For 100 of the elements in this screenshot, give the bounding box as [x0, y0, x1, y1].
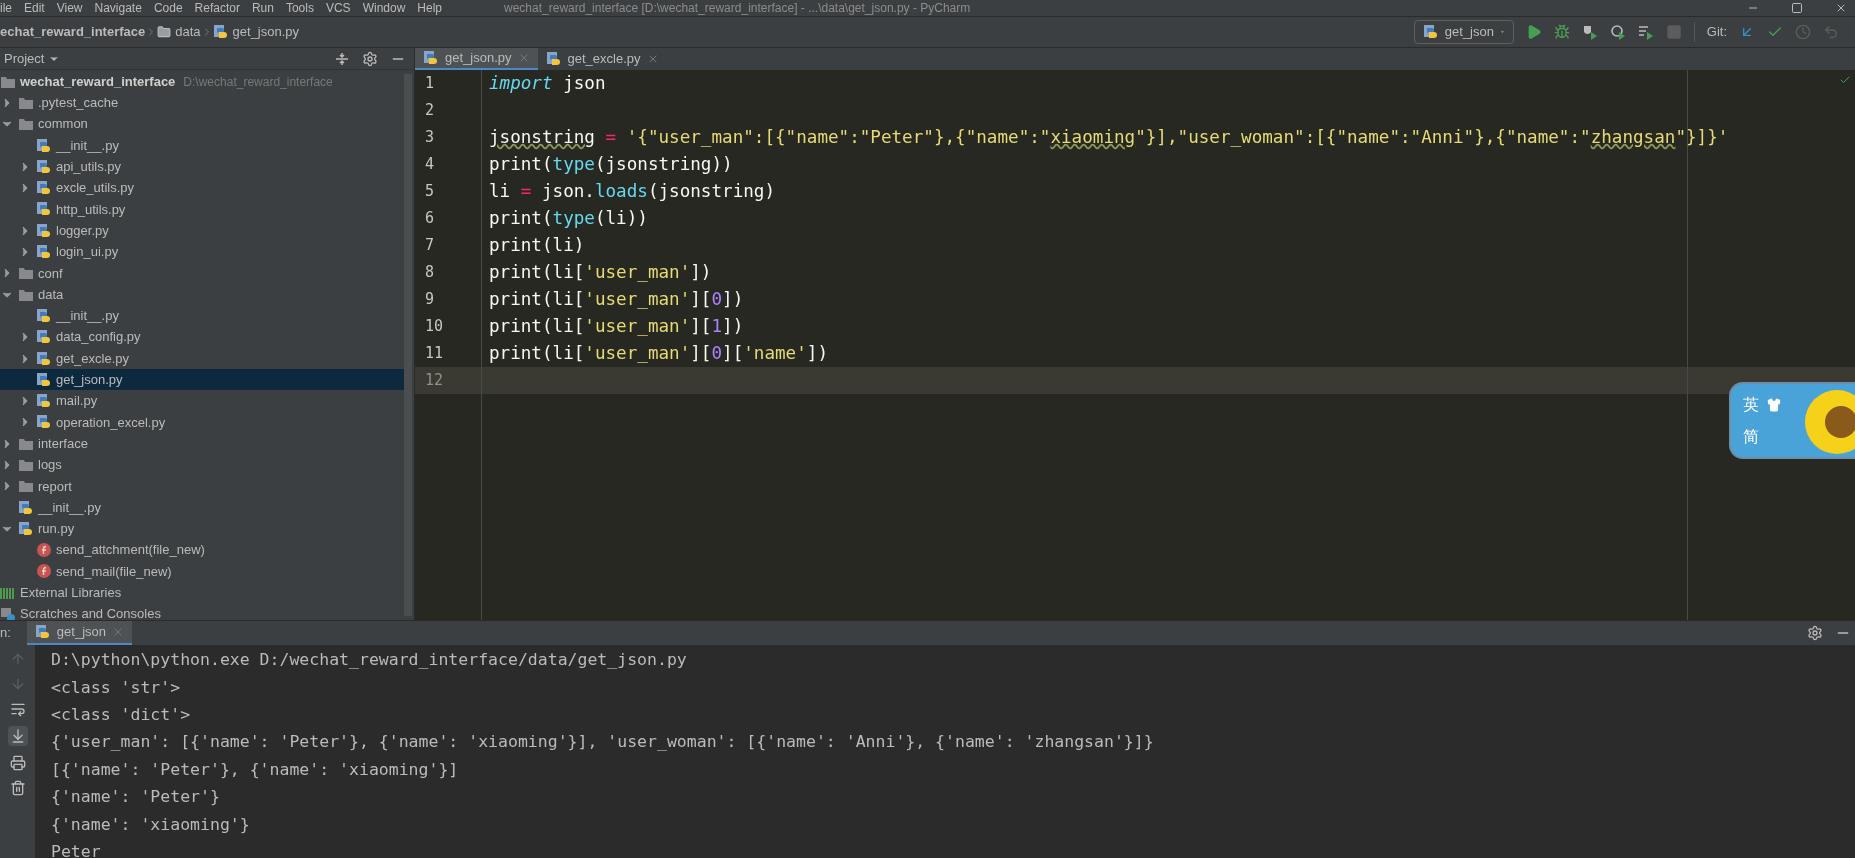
python-file-icon [36, 393, 52, 410]
line-number: 2 [425, 100, 435, 122]
python-file-icon [36, 414, 52, 431]
python-file-icon [545, 51, 562, 67]
code-line: print(type(li)) [489, 209, 648, 228]
python-file-icon [212, 24, 229, 40]
collapse-all-icon[interactable] [334, 50, 350, 67]
code-line: print(li['user_man'][0]['name']) [489, 344, 828, 363]
menu-item[interactable]: VCS [319, 2, 357, 14]
tree-item[interactable]: wechat_reward_interface D:\wechat_reward_interface [0, 71, 404, 93]
tree-item[interactable]: data [0, 283, 404, 306]
tree-item[interactable]: data_config.py [0, 326, 404, 348]
menu-item[interactable]: Tools [279, 2, 320, 14]
code-line: print(li['user_man'][0]) [489, 290, 744, 309]
line-number: 10 [425, 316, 444, 338]
inspection-ok-icon [1839, 74, 1851, 86]
python-file-icon [36, 350, 52, 367]
python-file-icon [36, 180, 52, 197]
tree-item[interactable]: Scratches and Consoles [0, 603, 404, 620]
menu-item[interactable]: Refactor [188, 2, 246, 14]
menu-item[interactable]: Window [356, 2, 412, 14]
breadcrumb[interactable]: data [157, 22, 201, 42]
scrollbar[interactable] [404, 74, 412, 616]
panel-title[interactable]: Project [0, 48, 45, 69]
tree-item[interactable]: __init__.py [0, 134, 404, 157]
run-config-dropdown[interactable]: get_json [1413, 20, 1514, 44]
console-output-line: <class 'str'> [51, 676, 181, 699]
concurrency-icon[interactable] [1637, 24, 1654, 40]
console-output-line: {'user_man': [{'name': 'Peter'}, {'name': 'xiaoming'}], 'user_woman': [{'name': 'Anni'}, {'name': 'zhangsan'}]} [51, 731, 1154, 754]
menu-item[interactable]: ile [0, 2, 18, 14]
menu-item[interactable]: View [50, 2, 89, 14]
line-number: 12 [425, 370, 444, 392]
menu-item[interactable]: Code [147, 2, 189, 14]
console-output-line: Peter [51, 841, 101, 858]
python-file-icon [36, 137, 52, 154]
maximize-icon[interactable] [1791, 2, 1803, 14]
print-icon[interactable] [9, 755, 26, 771]
folder-icon [18, 265, 34, 282]
tree-item[interactable]: get_excle.py [0, 347, 404, 370]
tree-item[interactable]: operation_excel.py [0, 411, 404, 434]
code-line: print(li['user_man']) [489, 263, 712, 282]
tree-item[interactable]: External Libraries [0, 582, 404, 604]
tree-item[interactable]: common [0, 113, 404, 135]
line-number: 8 [425, 262, 435, 284]
tree-item[interactable]: mail.py [0, 390, 404, 412]
run-tab[interactable]: get_json [26, 621, 132, 645]
code-line: print(type(jsonstring)) [489, 155, 733, 174]
line-number: 4 [425, 154, 435, 176]
menu-item[interactable]: Navigate [88, 2, 148, 14]
tree-item[interactable]: send_mail(file_new) [0, 560, 404, 583]
debug-icon[interactable] [1553, 24, 1570, 40]
menu-item[interactable]: Run [245, 2, 280, 14]
soft-wrap-icon[interactable] [9, 701, 26, 717]
tree-item[interactable]: send_attchment(file_new) [0, 539, 404, 561]
settings-icon[interactable] [362, 50, 378, 67]
editor-tab[interactable]: get_excle.py [537, 48, 667, 70]
profile-icon[interactable] [1609, 24, 1626, 40]
menu-item[interactable]: Help [411, 2, 448, 14]
python-file-icon [36, 158, 52, 175]
python-file-icon [423, 50, 439, 66]
folder-icon [157, 25, 172, 39]
breadcrumb[interactable]: get_json.py [212, 22, 300, 42]
scratch-file-icon [0, 606, 16, 620]
line-number: 7 [425, 235, 435, 257]
code-line: jsonstring = '{"user_man":[{"name":"Peter"},{"name":"xiaoming"}],"user_woman":[{"name":"Anni"},{"name":"zhangsan"}]}' [489, 128, 1729, 147]
code-line: li = json.loads(jsonstring) [489, 182, 775, 201]
breadcrumb[interactable]: echat_reward_interface [0, 22, 146, 42]
editor-tab[interactable]: get_json.py [415, 48, 538, 70]
python-file-icon [34, 624, 51, 640]
vcs-label: Git: [1706, 23, 1727, 42]
tree-item[interactable]: run.py [0, 518, 404, 540]
close-icon[interactable] [1835, 2, 1847, 14]
line-number: 9 [425, 289, 435, 311]
tree-item[interactable]: .pytest_cache [0, 92, 404, 114]
line-number: 6 [425, 208, 435, 230]
tree-item[interactable]: interface [0, 433, 404, 455]
tree-item[interactable]: __init__.py [0, 496, 404, 519]
tree-item[interactable]: __init__.py [0, 305, 404, 327]
menu-item[interactable]: Edit [18, 2, 51, 14]
scroll-to-end-icon[interactable] [7, 726, 28, 746]
python-file-icon [1422, 24, 1439, 40]
shirt-icon[interactable] [1767, 397, 1781, 412]
tree-item[interactable]: http_utils.py [0, 198, 404, 221]
python-file-icon [36, 307, 52, 324]
tree-item[interactable]: logger.py [0, 220, 404, 242]
tree-item[interactable]: conf [0, 262, 404, 284]
trash-icon[interactable] [9, 780, 26, 796]
tree-item[interactable]: get_json.py [0, 369, 404, 391]
console-output-line: [{'name': 'Peter'}, {'name': 'xiaoming'}] [51, 758, 459, 781]
coverage-icon[interactable] [1581, 24, 1598, 40]
tree-item[interactable]: api_utils.py [0, 156, 404, 178]
settings-icon[interactable] [1807, 625, 1823, 641]
tree-item[interactable]: excle_utils.py [0, 177, 404, 199]
tree-item[interactable]: logs [0, 454, 404, 476]
console-output-line: <class 'dict'> [51, 704, 191, 727]
line-number: 11 [425, 343, 444, 365]
tree-item[interactable]: report [0, 475, 404, 497]
line-number: 3 [425, 127, 435, 149]
code-line: import json [489, 74, 606, 93]
tree-item[interactable]: login_ui.py [0, 241, 404, 263]
